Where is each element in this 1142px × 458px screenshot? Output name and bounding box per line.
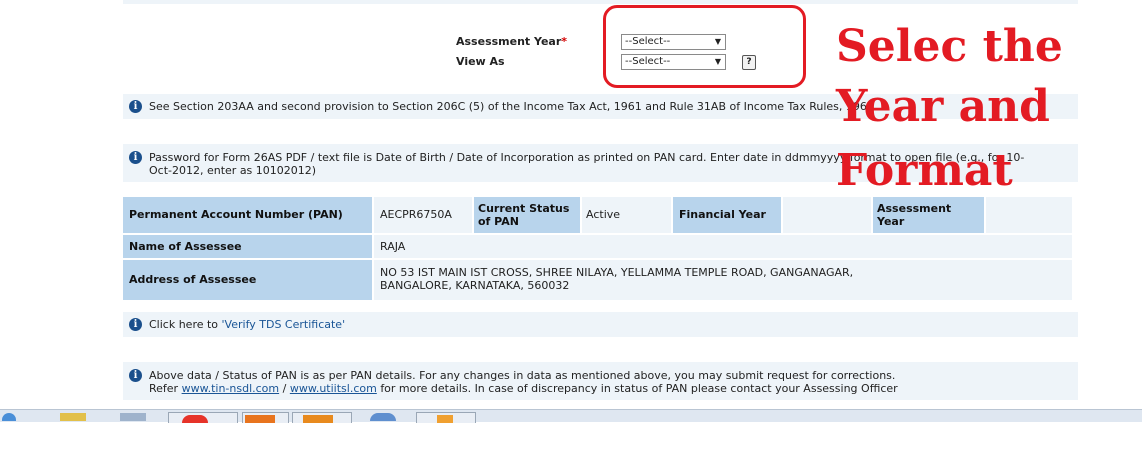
app-icon[interactable] [120,413,146,421]
annotation-line-1: Selec the [836,21,1063,72]
status-label: Current Status of PAN [474,197,580,233]
chrome-icon [182,415,208,423]
pan-label: Permanent Account Number (PAN) [123,197,372,233]
highlight-oval [603,5,806,88]
info-icon: i [129,369,142,382]
taskbar-button[interactable] [242,412,289,423]
financial-year-value [783,197,871,233]
financial-year-label: Financial Year [673,197,781,233]
annotation-line-3: Format [836,145,1013,196]
taskbar-button[interactable] [416,412,476,423]
assessment-year-header: Assessment Year [873,197,984,233]
footer-note-row: i Above data / Status of PAN is as per P… [123,362,1078,400]
taskbar [0,409,1142,423]
status-value: Active [582,197,671,233]
footer-sep: / [282,382,287,395]
footer-refer: Refer [149,382,179,395]
required-mark: * [561,35,568,48]
powerpoint-icon [303,415,333,423]
office-icon [245,415,275,423]
verify-prefix: Click here to [149,318,222,331]
taskbar-button[interactable] [292,412,352,423]
info-icon: i [129,100,142,113]
address-value: NO 53 IST MAIN IST CROSS, SHREE NILAYA, … [374,260,1072,300]
footer-line2: Refer www.tin-nsdl.com / www.utiitsl.com… [149,382,898,395]
tin-nsdl-link[interactable]: www.tin-nsdl.com [182,382,280,395]
verify-tds-link[interactable]: 'Verify TDS Certificate' [222,318,346,331]
footer-rest: for more details. In case of discrepancy… [380,382,898,395]
footer-line1: Above data / Status of PAN is as per PAN… [149,369,896,382]
paint-icon [437,415,453,423]
info-icon: i [129,318,142,331]
folder-icon[interactable] [60,413,86,421]
section-note-text: See Section 203AA and second provision t… [149,100,874,113]
pan-value: AECPR6750A [374,197,472,233]
media-icon[interactable] [370,413,396,421]
top-strip [123,0,1078,4]
start-icon[interactable] [2,413,16,421]
address-label: Address of Assessee [123,260,372,300]
verify-text: Click here to 'Verify TDS Certificate' [149,318,345,331]
name-label: Name of Assessee [123,235,372,258]
assessment-year-value [986,197,1072,233]
info-icon: i [129,151,142,164]
name-value: RAJA [374,235,1072,258]
view-as-label: View As [456,55,505,68]
annotation-line-2: Year and [836,81,1050,132]
verify-row: i Click here to 'Verify TDS Certificate' [123,312,1078,337]
assessment-year-label: Assessment Year* [456,35,568,48]
taskbar-button[interactable] [168,412,238,423]
utiitsl-link[interactable]: www.utiitsl.com [290,382,377,395]
pan-details-table: Permanent Account Number (PAN) AECPR6750… [123,197,1072,300]
